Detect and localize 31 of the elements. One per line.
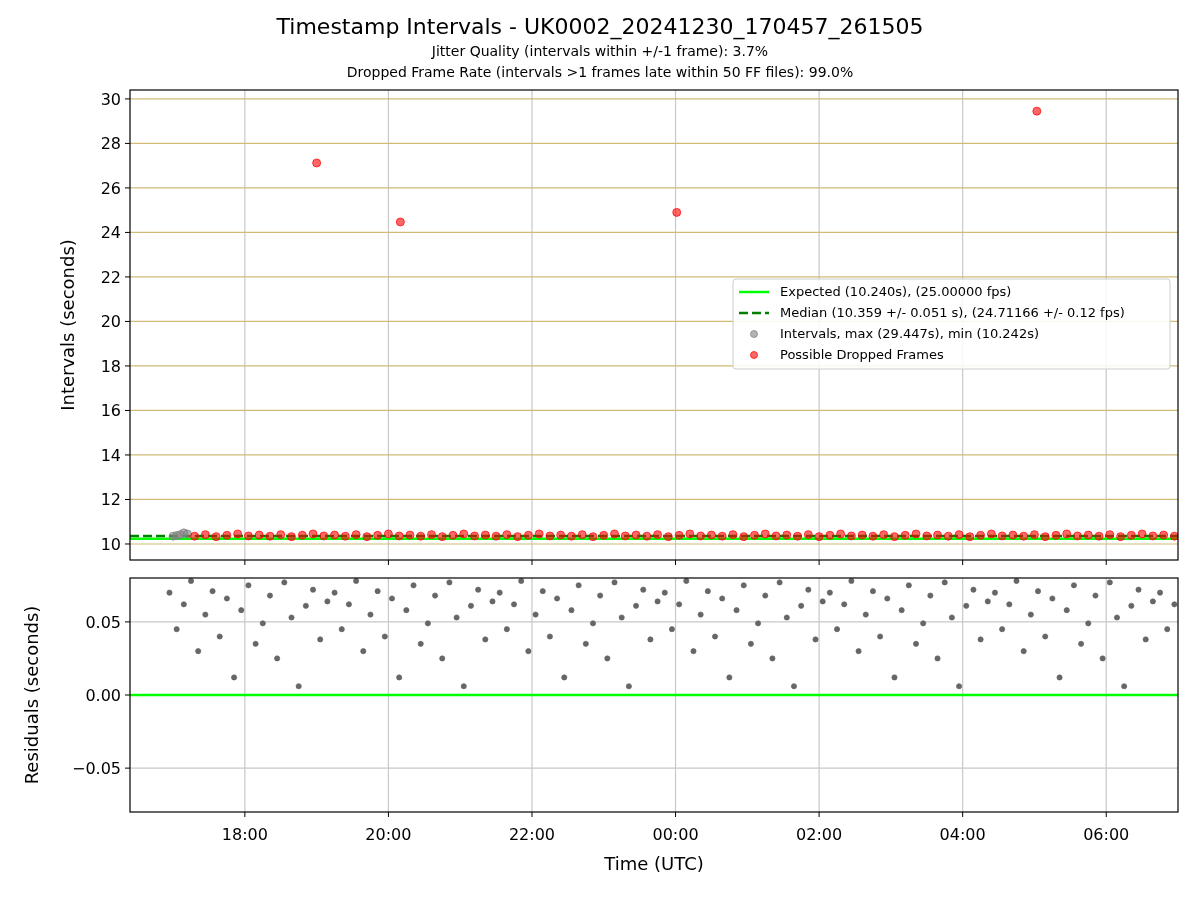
tick-label: 12 xyxy=(100,490,121,510)
tick-label: 16 xyxy=(100,401,121,421)
axis-label: Time (UTC) xyxy=(604,853,704,874)
axis-label: Residuals (seconds) xyxy=(21,605,42,785)
tick-label: 0.00 xyxy=(85,686,121,705)
legend-label: Median (10.359 +/- 0.051 s), (24.71166 +/- 0.12 fps) xyxy=(780,305,1125,320)
tick-label: 22 xyxy=(100,267,121,287)
tick-label: 18:00 xyxy=(221,825,268,844)
figure-subtitle: Dropped Frame Rate (intervals >1 frames late within 50 FF files): 99.0% xyxy=(346,63,854,82)
tick-label: −0.05 xyxy=(71,759,121,779)
tick-label: 20:00 xyxy=(365,825,412,844)
legend-label: Intervals, max (29.447s), min (10.242s) xyxy=(780,326,1039,341)
tick-label: 26 xyxy=(100,178,121,198)
tick-label: 10 xyxy=(100,535,121,554)
legend-label: Expected (10.240s), (25.00000 fps) xyxy=(780,284,1012,299)
tick-label: 18 xyxy=(100,356,121,376)
figure-title: Timestamp Intervals - UK0002_20241230_170457_261505 xyxy=(276,13,924,41)
tick-label: 06:00 xyxy=(1083,825,1130,844)
figure-subtitle: Jitter Quality (intervals within +/-1 frame): 3.7% xyxy=(431,42,769,61)
axis-label: Intervals (seconds) xyxy=(57,239,78,411)
tick-label: 22:00 xyxy=(508,825,556,844)
tick-label: 28 xyxy=(100,134,121,154)
tick-label: 20 xyxy=(100,312,121,332)
tick-label: 00:00 xyxy=(652,825,699,844)
tick-label: 02:00 xyxy=(796,825,843,844)
legend-label: Possible Dropped Frames xyxy=(780,347,944,362)
tick-label: 0.05 xyxy=(85,612,121,632)
tick-label: 30 xyxy=(100,89,121,109)
tick-label: 14 xyxy=(100,445,121,465)
tick-label: 24 xyxy=(100,223,121,243)
tick-label: 04:00 xyxy=(939,825,986,844)
